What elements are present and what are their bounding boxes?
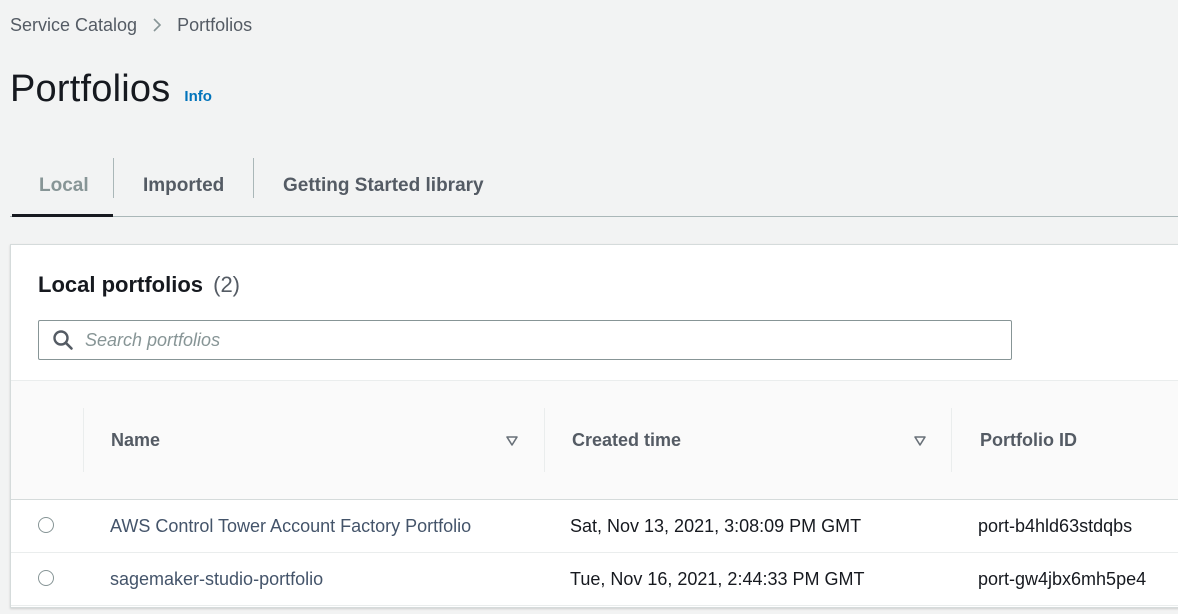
portfolio-id-cell: port-gw4jbx6mh5pe4 <box>978 568 1147 589</box>
tab-getting-started-library[interactable]: Getting Started library <box>254 156 484 216</box>
column-divider <box>83 408 84 472</box>
sort-caret-icon[interactable] <box>913 435 927 447</box>
panel-title: Local portfolios (2) <box>38 272 240 298</box>
portfolio-name-link[interactable]: sagemaker-studio-portfolio <box>110 553 323 605</box>
created-time-cell: Sat, Nov 13, 2021, 3:08:09 PM GMT <box>570 515 862 536</box>
chevron-right-icon <box>137 17 177 33</box>
column-divider <box>951 408 952 472</box>
row-select-radio[interactable] <box>38 570 54 586</box>
portfolios-table: Name Created time Portfolio ID AWS Contr… <box>11 380 1178 607</box>
tab-local[interactable]: Local <box>10 156 113 217</box>
column-header-portfolio-id-label: Portfolio ID <box>980 429 1077 450</box>
column-header-portfolio-id[interactable]: Portfolio ID <box>980 381 1178 499</box>
local-portfolios-panel: Local portfolios (2) Name Created time <box>10 244 1178 608</box>
sort-caret-icon[interactable] <box>505 435 519 447</box>
table-header: Name Created time Portfolio ID <box>11 380 1178 500</box>
column-header-created-time[interactable]: Created time <box>572 381 952 499</box>
column-header-name-label: Name <box>111 429 161 450</box>
row-select-radio[interactable] <box>38 517 54 533</box>
portfolio-name-link[interactable]: AWS Control Tower Account Factory Portfo… <box>110 500 471 552</box>
breadcrumb: Service Catalog Portfolios <box>10 13 252 37</box>
table-row: AWS Control Tower Account Factory Portfo… <box>11 500 1178 553</box>
portfolio-count: (2) <box>213 272 241 297</box>
table-row: sagemaker-studio-portfolio Tue, Nov 16, … <box>11 553 1178 606</box>
column-header-created-time-label: Created time <box>572 429 682 450</box>
search-box <box>38 320 1012 360</box>
created-time-cell: Tue, Nov 16, 2021, 2:44:33 PM GMT <box>570 568 865 589</box>
panel-title-text: Local portfolios <box>38 272 203 297</box>
tab-bar: Local Imported Getting Started library <box>10 156 1178 217</box>
info-link[interactable]: Info <box>184 88 212 105</box>
portfolio-id-cell: port-b4hld63stdqbs <box>978 515 1133 536</box>
search-input[interactable] <box>85 329 1011 351</box>
breadcrumb-service-catalog[interactable]: Service Catalog <box>10 15 137 36</box>
tab-imported[interactable]: Imported <box>114 156 253 216</box>
breadcrumb-portfolios: Portfolios <box>177 14 253 35</box>
search-icon <box>52 329 74 351</box>
page-title: Portfolios <box>10 68 171 110</box>
column-header-name[interactable]: Name <box>111 381 551 499</box>
column-divider <box>544 408 545 472</box>
page-header: Portfolios Info <box>10 68 212 111</box>
